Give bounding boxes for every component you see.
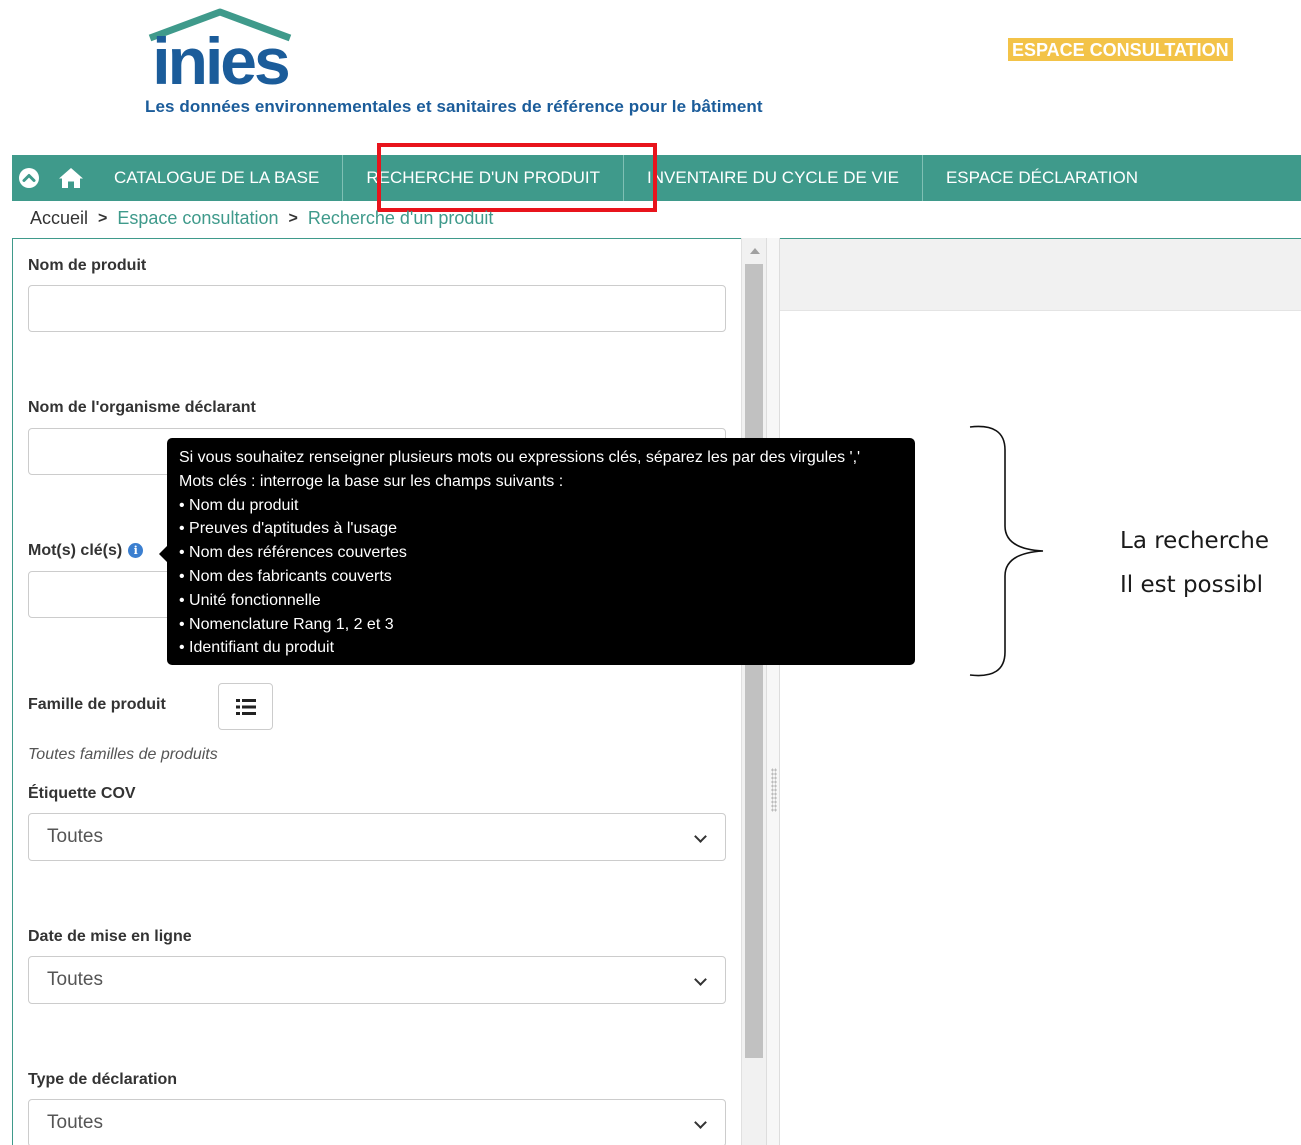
breadcrumb-espace-consultation[interactable]: Espace consultation [117,208,278,229]
annotation-brace [969,425,1044,677]
tooltip-line: • Nomenclature Rang 1, 2 et 3 [179,615,394,633]
tooltip-line: • Unité fonctionnelle [179,591,321,609]
home-icon [59,168,83,188]
product-name-label: Nom de produit [28,257,147,274]
espace-consultation-badge[interactable]: ESPACE CONSULTATION [1008,38,1233,61]
breadcrumb-separator: > [98,209,108,227]
breadcrumb-current: Recherche d'un produit [307,208,494,228]
main-nav: CATALOGUE DE LA BASE RECHERCHE D'UN PROD… [12,155,1301,201]
nav-collapse-toggle[interactable] [12,155,46,201]
product-name-input[interactable] [28,285,726,332]
search-panel-scrollbar[interactable] [741,238,766,1145]
tooltip-line: • Identifiant du produit [179,639,335,657]
site-tagline: Les données environnementales et sanitai… [145,97,763,116]
search-panel [12,238,766,1145]
date-select[interactable]: Toutes [28,956,726,1004]
panel-splitter[interactable] [766,238,780,1145]
chevron-down-icon [694,973,707,986]
scroll-up-arrow-icon[interactable] [750,248,760,254]
breadcrumb-separator: > [288,209,298,227]
splitter-grip-icon[interactable] [771,768,777,812]
keywords-label: Mot(s) clé(s) [28,542,123,559]
type-select[interactable]: Toutes [28,1099,726,1145]
famille-select-button[interactable] [218,683,273,730]
logo-wordmark: inies [152,24,288,88]
type-label: Type de déclaration [28,1071,178,1088]
keywords-tooltip: Si vous souhaitez renseigner plusieurs m… [167,438,915,665]
annotation-line-2: Il est possibl [1120,572,1263,598]
cov-select[interactable]: Toutes [28,813,726,861]
tooltip-line: • Preuves d'aptitudes à l'usage [179,520,398,538]
tooltip-line: • Nom du produit [179,496,299,514]
type-select-value: Toutes [47,1112,103,1133]
chevron-down-icon [694,1116,707,1129]
nav-inventaire[interactable]: INVENTAIRE DU CYCLE DE VIE [624,155,923,201]
famille-label: Famille de produit [28,696,166,713]
chevron-down-icon [694,830,707,843]
tooltip-line: • Nom des références couvertes [179,544,407,562]
organisme-label: Nom de l'organisme déclarant [28,399,256,416]
annotation-line-1: La recherche [1120,528,1270,554]
date-label: Date de mise en ligne [28,928,192,945]
inies-logo[interactable]: inies [140,8,300,88]
inies-logo-graphic: inies [148,8,292,88]
tooltip-line: Si vous souhaitez renseigner plusieurs m… [179,449,861,466]
breadcrumb-home[interactable]: Accueil [30,208,88,229]
tooltip-line: Mots clés : interroge la base sur les ch… [179,472,564,490]
nav-home[interactable] [46,155,96,201]
list-icon [235,698,256,715]
tooltip-arrow [159,546,167,562]
cov-label: Étiquette COV [28,785,136,802]
nav-espace-declaration[interactable]: ESPACE DÉCLARATION [923,155,1161,201]
breadcrumb: Accueil > Espace consultation > Recherch… [30,208,493,229]
results-header-bar [780,238,1301,311]
keywords-label-row: Mot(s) clé(s) i [28,542,144,560]
chevron-up-circle-icon [19,168,39,188]
cov-select-value: Toutes [47,826,103,847]
nav-catalogue[interactable]: CATALOGUE DE LA BASE [96,155,344,201]
info-icon[interactable]: i [128,543,144,558]
date-select-value: Toutes [47,969,103,990]
famille-selection-text: Toutes familles de produits [28,746,218,763]
tooltip-line: • Nom des fabricants couverts [179,567,392,585]
nav-recherche-produit[interactable]: RECHERCHE D'UN PRODUIT [343,155,625,201]
